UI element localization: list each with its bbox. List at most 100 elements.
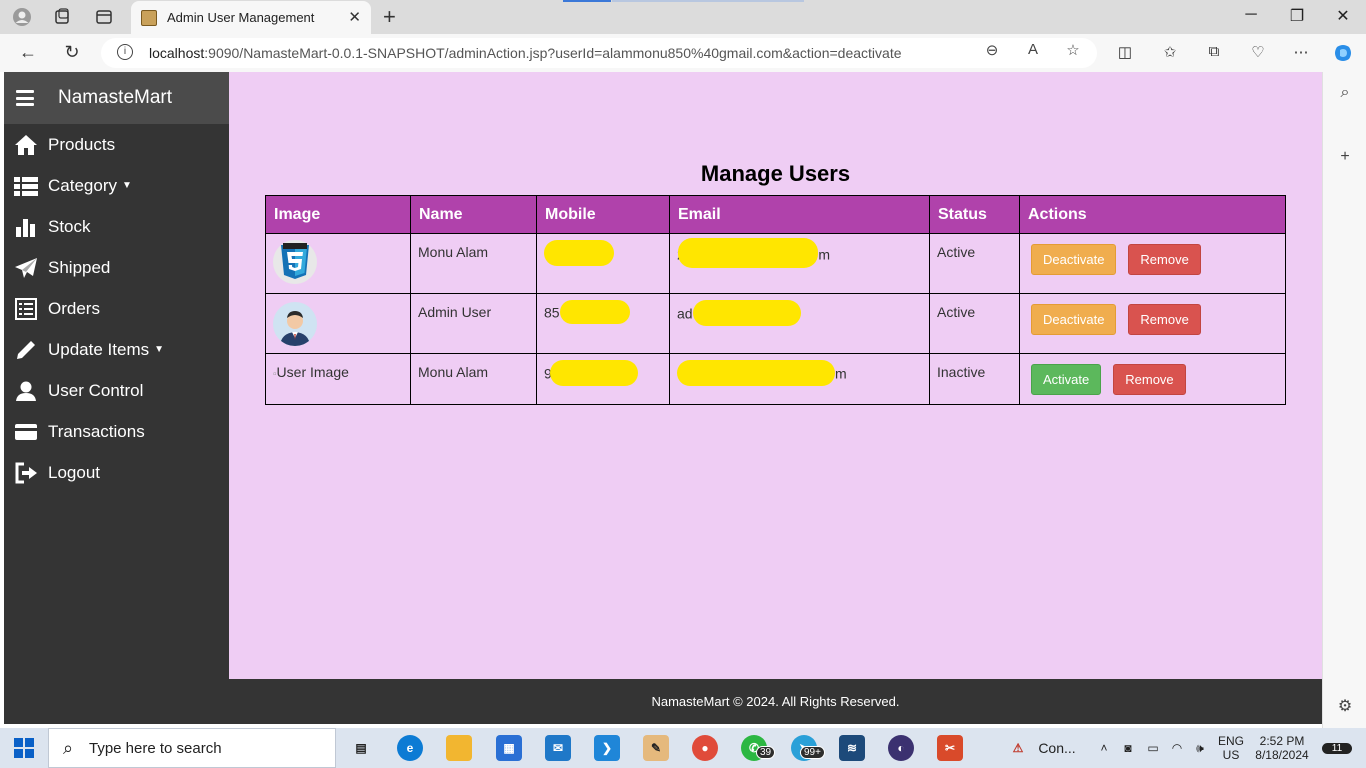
- vscode-icon[interactable]: ❯: [594, 735, 620, 761]
- windows-start-icon[interactable]: [14, 738, 34, 758]
- taskbar-search-input[interactable]: ⌕ Type here to search: [48, 728, 336, 768]
- hamburger-menu-icon[interactable]: [16, 90, 34, 106]
- volume-icon[interactable]: 🕪: [1191, 728, 1209, 768]
- image-cell: ▫User Image: [265, 353, 411, 405]
- eclipse-icon[interactable]: ◐: [888, 735, 914, 761]
- table-row: ▫User Image Monu Alam 9 m Inactive Activ…: [265, 353, 1286, 405]
- site-info-icon[interactable]: i: [117, 44, 133, 60]
- remove-button[interactable]: Remove: [1128, 304, 1201, 335]
- email-visible: ad: [677, 305, 693, 322]
- new-tab-icon[interactable]: +: [383, 4, 396, 30]
- clock-date: 8/18/2024: [1255, 748, 1309, 762]
- user-icon: [14, 379, 38, 403]
- url-field[interactable]: i localhost:9090/NamasteMart-0.0.1-SNAPS…: [101, 38, 1097, 68]
- file-explorer-icon[interactable]: [446, 735, 472, 761]
- split-screen-icon[interactable]: ◫: [1114, 43, 1136, 61]
- notification-count: 11: [1322, 742, 1352, 754]
- deactivate-button[interactable]: Deactivate: [1031, 244, 1117, 275]
- list-icon: [14, 174, 38, 198]
- app-tray-label: Con...: [1038, 740, 1076, 756]
- actions-cell: Deactivate Remove: [1019, 233, 1286, 294]
- pencil-icon: [14, 338, 38, 362]
- status-cell: Active: [929, 293, 1020, 354]
- image-cell: [265, 233, 411, 294]
- tab-actions-icon[interactable]: [93, 6, 115, 28]
- redaction-mark: [678, 238, 819, 268]
- collections-icon[interactable]: ⧉: [1203, 43, 1225, 60]
- show-hidden-icons-icon[interactable]: ˄: [1096, 728, 1112, 768]
- chrome-icon[interactable]: ●: [692, 735, 718, 761]
- tab-admin-user-management[interactable]: Admin User Management ✕: [131, 1, 371, 34]
- lang-top: ENG: [1217, 734, 1244, 748]
- remove-button[interactable]: Remove: [1113, 364, 1186, 395]
- sidebar-item-label: Transactions: [48, 421, 145, 441]
- mobile-cell: 9: [536, 353, 670, 405]
- clock[interactable]: 2:52 PM 8/18/2024: [1252, 728, 1312, 768]
- sidebar-item-label: Stock: [48, 216, 91, 236]
- table-header-row: Image Name Mobile Email Status Actions: [265, 195, 1286, 234]
- credit-card-icon: [14, 420, 38, 444]
- sidebar-item-transactions[interactable]: Transactions: [4, 411, 229, 452]
- sidebar-item-user-control[interactable]: User Control: [4, 370, 229, 411]
- paint-icon[interactable]: ✎: [643, 735, 669, 761]
- redaction-mark: [544, 240, 614, 266]
- activate-button[interactable]: Activate: [1031, 364, 1102, 395]
- email-cell: 210m: [669, 233, 930, 294]
- copilot-icon[interactable]: [1332, 43, 1354, 67]
- meet-now-icon[interactable]: ◙: [1120, 728, 1136, 768]
- refresh-icon[interactable]: ↻: [60, 42, 84, 64]
- column-header: Actions: [1019, 195, 1286, 234]
- status-cell: Active: [929, 233, 1020, 294]
- language-indicator[interactable]: ENG US: [1214, 728, 1248, 768]
- loading-indicator: [563, 0, 611, 2]
- lang-bottom: US: [1222, 748, 1240, 762]
- zoom-icon[interactable]: ⊖: [982, 41, 1002, 59]
- edge-browser-icon[interactable]: e: [397, 735, 423, 761]
- battery-icon[interactable]: ▭: [1144, 728, 1162, 768]
- more-menu-icon[interactable]: ⋯: [1290, 43, 1312, 61]
- back-icon[interactable]: ←: [16, 42, 40, 64]
- brand-name: NamasteMart: [58, 87, 173, 108]
- minimize-icon[interactable]: ─: [1236, 6, 1266, 24]
- task-view-icon[interactable]: ▤: [348, 735, 374, 761]
- search-icon[interactable]: ⌕: [1335, 84, 1355, 102]
- tab-title: Admin User Management: [167, 10, 315, 25]
- mysql-workbench-icon[interactable]: ≋: [839, 735, 865, 761]
- settings-gear-icon[interactable]: ⚙: [1335, 696, 1355, 716]
- mobile-cell: [536, 233, 670, 294]
- deactivate-button[interactable]: Deactivate: [1031, 304, 1117, 335]
- add-icon[interactable]: +: [1335, 148, 1355, 166]
- image-alt-text: User Image: [276, 364, 349, 380]
- sidebar-item-update-items[interactable]: Update Items ▼: [4, 329, 229, 370]
- wifi-icon[interactable]: ◠: [1168, 728, 1186, 768]
- sidebar-item-logout[interactable]: Logout: [4, 452, 229, 493]
- microsoft-store-icon[interactable]: ▦: [496, 735, 522, 761]
- sidebar-item-category[interactable]: Category ▼: [4, 165, 229, 206]
- favorite-star-icon[interactable]: ☆: [1063, 41, 1083, 59]
- weather-alert-icon[interactable]: ⚠: [1005, 735, 1031, 761]
- snipping-tool-icon[interactable]: ✂: [937, 735, 963, 761]
- sidebar-item-products[interactable]: Products: [4, 124, 229, 165]
- window-close-icon[interactable]: ✕: [1328, 6, 1358, 26]
- user-avatar-icon: [273, 302, 317, 346]
- sidebar-item-shipped[interactable]: Shipped: [4, 247, 229, 288]
- users-table: Image Name Mobile Email Status Actions M…: [265, 195, 1286, 405]
- browser-essentials-icon[interactable]: ♡: [1247, 43, 1269, 61]
- close-tab-icon[interactable]: ✕: [348, 8, 361, 26]
- remove-button[interactable]: Remove: [1128, 244, 1201, 275]
- sidebar-item-stock[interactable]: Stock: [4, 206, 229, 247]
- sidebar-item-orders[interactable]: Orders: [4, 288, 229, 329]
- logout-icon: [14, 461, 38, 485]
- restore-icon[interactable]: ❐: [1282, 6, 1312, 26]
- workspaces-icon[interactable]: [51, 6, 73, 28]
- loading-track: [612, 0, 804, 2]
- favorites-icon[interactable]: ✩: [1159, 43, 1181, 61]
- notification-center-icon[interactable]: 11: [1322, 728, 1352, 768]
- url-host: localhost: [149, 45, 205, 61]
- mail-icon[interactable]: ✉: [545, 735, 571, 761]
- list-alt-icon: [14, 297, 38, 321]
- profile-icon[interactable]: [11, 6, 33, 28]
- bar-chart-icon: [14, 215, 38, 239]
- caret-down-icon: ▼: [154, 344, 165, 355]
- read-aloud-icon[interactable]: A: [1023, 41, 1043, 58]
